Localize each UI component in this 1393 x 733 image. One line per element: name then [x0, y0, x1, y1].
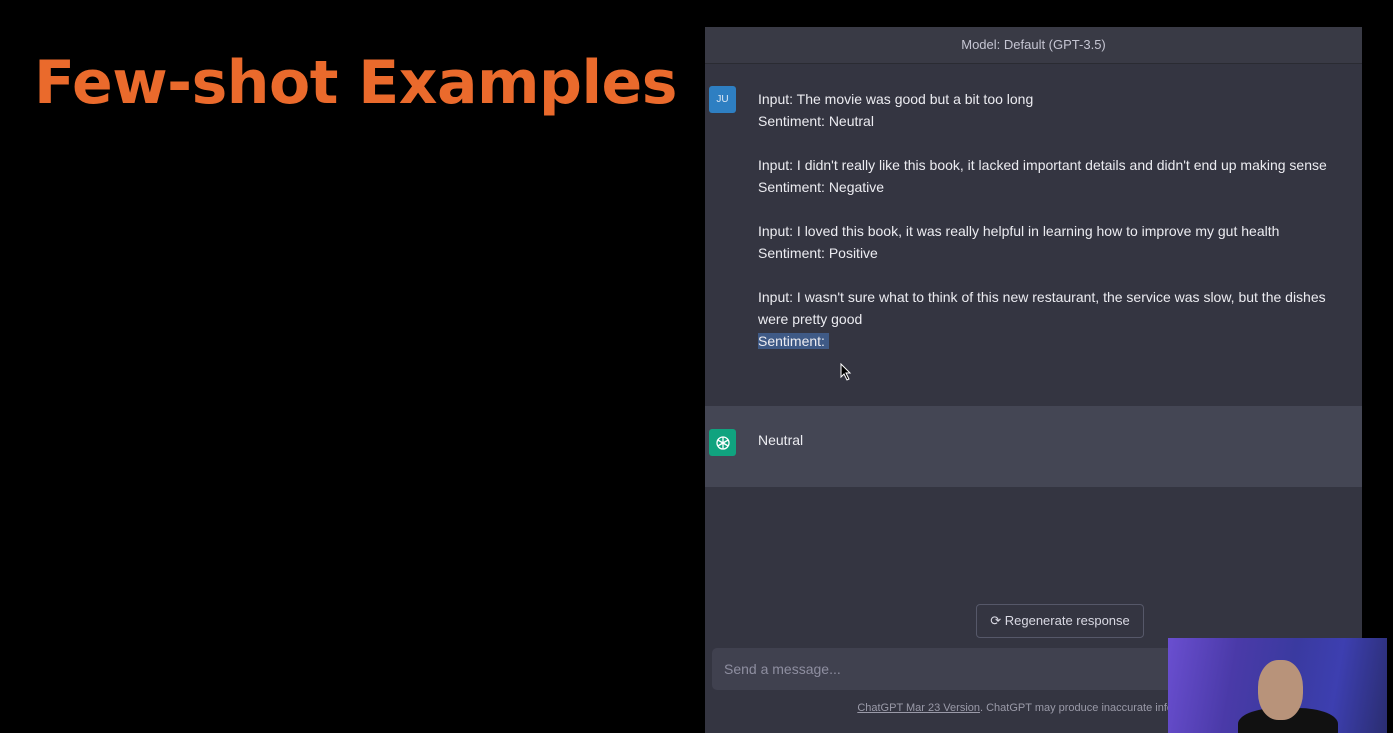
- user-avatar: JU: [709, 86, 736, 113]
- line: Input: I didn't really like this book, i…: [758, 157, 1327, 173]
- model-header: Model: Default (GPT-3.5): [705, 27, 1362, 64]
- line: Input: I loved this book, it was really …: [758, 223, 1280, 239]
- mouse-cursor-icon: [840, 363, 852, 381]
- openai-logo-icon: [709, 429, 736, 456]
- presenter-face: [1258, 660, 1303, 720]
- line: Sentiment: Negative: [758, 179, 885, 195]
- line: Sentiment: Positive: [758, 245, 878, 261]
- version-link[interactable]: ChatGPT Mar 23 Version: [857, 702, 980, 714]
- user-message-text: Input: The movie was good but a bit too …: [758, 88, 1338, 374]
- assistant-message: Neutral: [705, 406, 1362, 487]
- regenerate-response-button[interactable]: ⟳ Regenerate response: [976, 604, 1144, 638]
- line: Sentiment: Neutral: [758, 113, 874, 129]
- slide-title: Few-shot Examples: [34, 48, 677, 118]
- chat-window: Model: Default (GPT-3.5) JU Input: The m…: [705, 27, 1362, 733]
- line: Input: I wasn't sure what to think of th…: [758, 289, 1326, 327]
- refresh-icon: ⟳: [990, 613, 1005, 628]
- assistant-message-text: Neutral: [758, 432, 804, 448]
- selected-text: Sentiment:: [758, 333, 825, 349]
- regenerate-label: Regenerate response: [1004, 613, 1130, 628]
- webcam-overlay: [1168, 638, 1387, 733]
- user-message: JU Input: The movie was good but a bit t…: [705, 64, 1362, 406]
- line: Input: The movie was good but a bit too …: [758, 91, 1034, 107]
